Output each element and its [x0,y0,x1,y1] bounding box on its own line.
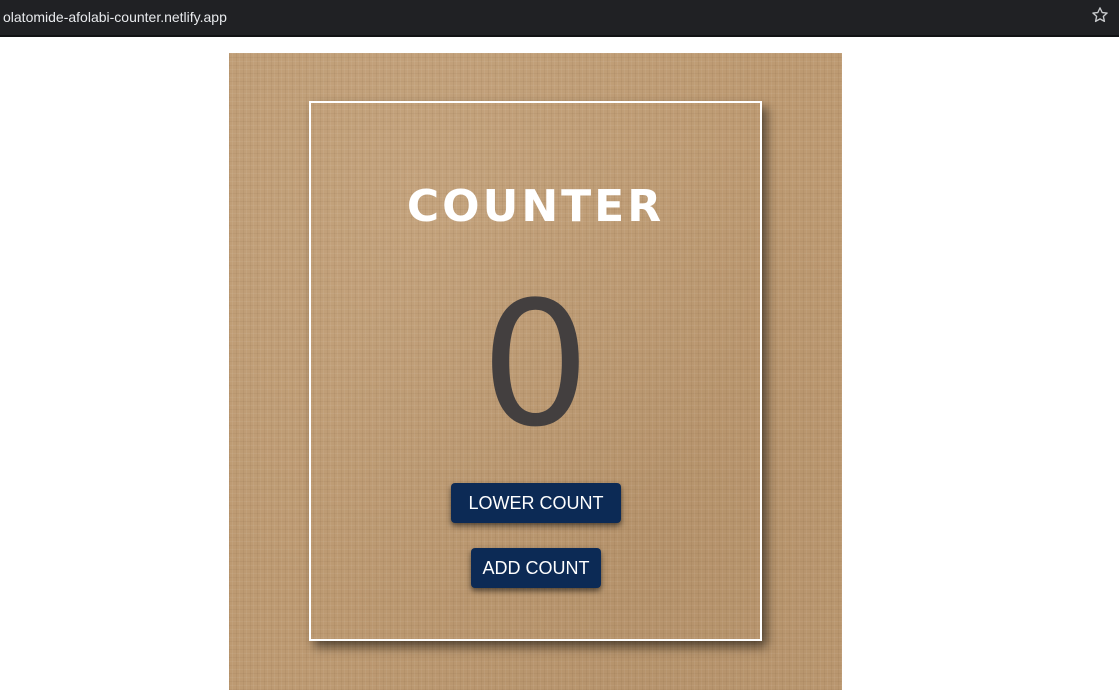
counter-card: COUNTER 0 LOWER COUNT ADD COUNT [309,101,762,641]
count-value: 0 [480,264,591,465]
lower-count-button[interactable]: LOWER COUNT [451,483,621,523]
add-count-button[interactable]: ADD COUNT [471,548,601,588]
page-background: COUNTER 0 LOWER COUNT ADD COUNT [229,53,842,690]
counter-title: COUNTER [406,181,665,232]
url-text[interactable]: olatomide-afolabi-counter.netlify.app [3,9,227,25]
browser-address-bar: olatomide-afolabi-counter.netlify.app [0,0,1119,37]
star-icon[interactable] [1091,6,1109,24]
